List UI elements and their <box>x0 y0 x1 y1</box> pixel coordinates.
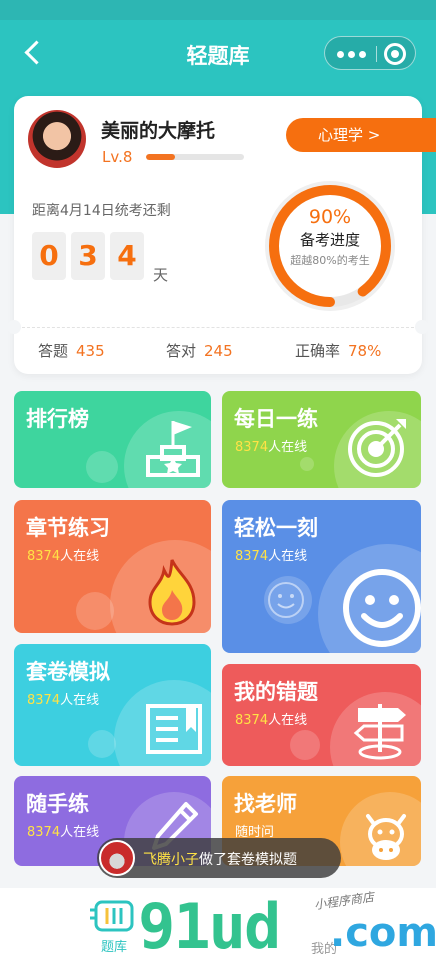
cow-icon <box>366 814 406 860</box>
tile-online: 8374人在线 <box>235 436 307 455</box>
progress-sub: 超越80%的考生 <box>290 254 370 267</box>
tile-title: 每日一练 <box>234 407 318 431</box>
online-count: 8374 <box>27 693 61 708</box>
tile-online: 8374人在线 <box>27 545 99 564</box>
question-bank-icon <box>90 900 134 932</box>
stat-answered: 答题 435 <box>38 340 105 361</box>
smile-icon <box>343 569 421 647</box>
tile-title: 找老师 <box>234 792 297 816</box>
watermark-logo: 91ud <box>138 890 281 960</box>
avatar[interactable] <box>28 110 86 168</box>
online-suffix: 人在线 <box>60 549 100 564</box>
online-count: 8374 <box>27 825 61 840</box>
status-strip <box>0 0 436 20</box>
card-notch-right <box>415 320 429 334</box>
online-suffix: 人在线 <box>268 713 308 728</box>
signpost-icon <box>353 704 406 760</box>
progress-percent: 90% <box>308 206 352 228</box>
online-count: 8374 <box>235 440 269 455</box>
level-progress-fill <box>146 154 176 160</box>
countdown-digit: 0 <box>32 232 66 280</box>
tile-online: 8374人在线 <box>27 689 99 708</box>
flame-icon <box>148 559 196 626</box>
tile-online: 8374人在线 <box>235 545 307 564</box>
stat-value: 78% <box>348 342 382 360</box>
tile-chapter-practice[interactable]: 章节练习 8374人在线 <box>14 500 211 633</box>
capsule-divider <box>376 46 377 62</box>
stat-accuracy: 正确率 78% <box>295 340 381 361</box>
close-icon[interactable] <box>384 43 406 65</box>
profile-card: 美丽的大摩托 Lv.8 心理学 > 距离4月14日统考还剩 0 3 4 天 90… <box>7 96 436 374</box>
tile-title: 章节练习 <box>26 516 110 540</box>
tile-title: 排行榜 <box>26 407 89 431</box>
countdown-label: 距离4月14日统考还剩 <box>32 203 171 219</box>
more-icon[interactable] <box>335 45 369 63</box>
tile-bg-circle <box>300 457 314 471</box>
podium-flag-icon <box>146 421 200 477</box>
subject-button[interactable]: 心理学 > <box>286 118 436 152</box>
menu-capsule <box>324 36 416 70</box>
progress-label: 备考进度 <box>299 231 360 249</box>
online-count: 8374 <box>235 549 269 564</box>
target-icon <box>348 419 406 477</box>
tile-ranking[interactable]: 排行榜 <box>14 391 211 488</box>
online-suffix: 人在线 <box>60 693 100 708</box>
username: 美丽的大摩托 <box>101 120 216 142</box>
online-count: 8374 <box>27 549 61 564</box>
tile-title: 套卷模拟 <box>26 660 110 684</box>
tile-wrong-answers[interactable]: 我的错题 8374人在线 <box>222 664 421 766</box>
activity-toast: 飞腾小子做了套卷模拟题 <box>97 838 341 878</box>
tab-label: 题库 <box>100 940 127 955</box>
level-progress-bar <box>146 154 244 160</box>
online-suffix: 人在线 <box>268 440 308 455</box>
progress-text: 90% 备考进度 超越80%的考生 <box>260 176 400 316</box>
watermark-suffix: .com <box>330 910 436 956</box>
stat-correct: 答对 245 <box>166 340 233 361</box>
small-smile-icon <box>268 582 304 618</box>
papers-icon <box>146 704 202 754</box>
tile-online: 8374人在线 <box>27 821 99 840</box>
stat-label: 正确率 <box>295 342 341 360</box>
tile-title: 我的错题 <box>234 680 318 704</box>
card-divider <box>22 327 414 328</box>
online-suffix: 人在线 <box>268 549 308 564</box>
toast-avatar <box>99 840 135 876</box>
stat-value: 435 <box>76 342 105 360</box>
countdown-digits: 0 3 4 <box>32 232 144 280</box>
countdown-unit: 天 <box>153 266 169 284</box>
tile-online: 8374人在线 <box>235 709 307 728</box>
toast-user: 飞腾小子 <box>143 852 199 868</box>
stat-value: 245 <box>204 342 233 360</box>
countdown-digit: 3 <box>71 232 105 280</box>
tile-bg-circle <box>88 730 116 758</box>
online-count: 8374 <box>235 713 269 728</box>
tile-title: 随手练 <box>26 792 89 816</box>
tile-title: 轻松一刻 <box>234 516 318 540</box>
stat-label: 答对 <box>166 342 197 360</box>
tile-bg-circle <box>76 592 114 630</box>
tile-bg-circle <box>86 451 118 483</box>
stat-label: 答题 <box>38 342 69 360</box>
toast-action: 做了套卷模拟题 <box>199 852 297 868</box>
tile-daily-practice[interactable]: 每日一练 8374人在线 <box>222 391 421 488</box>
online-suffix: 人在线 <box>60 825 100 840</box>
level-label: Lv.8 <box>102 148 133 166</box>
card-notch-left <box>7 320 21 334</box>
tile-mock-exam[interactable]: 套卷模拟 8374人在线 <box>14 644 211 766</box>
tab-question-bank[interactable]: 题库 <box>86 896 142 956</box>
tile-relax[interactable]: 轻松一刻 8374人在线 <box>222 500 421 653</box>
toast-text: 飞腾小子做了套卷模拟题 <box>143 849 297 869</box>
tile-bg-circle <box>290 730 320 760</box>
countdown-digit: 4 <box>110 232 144 280</box>
